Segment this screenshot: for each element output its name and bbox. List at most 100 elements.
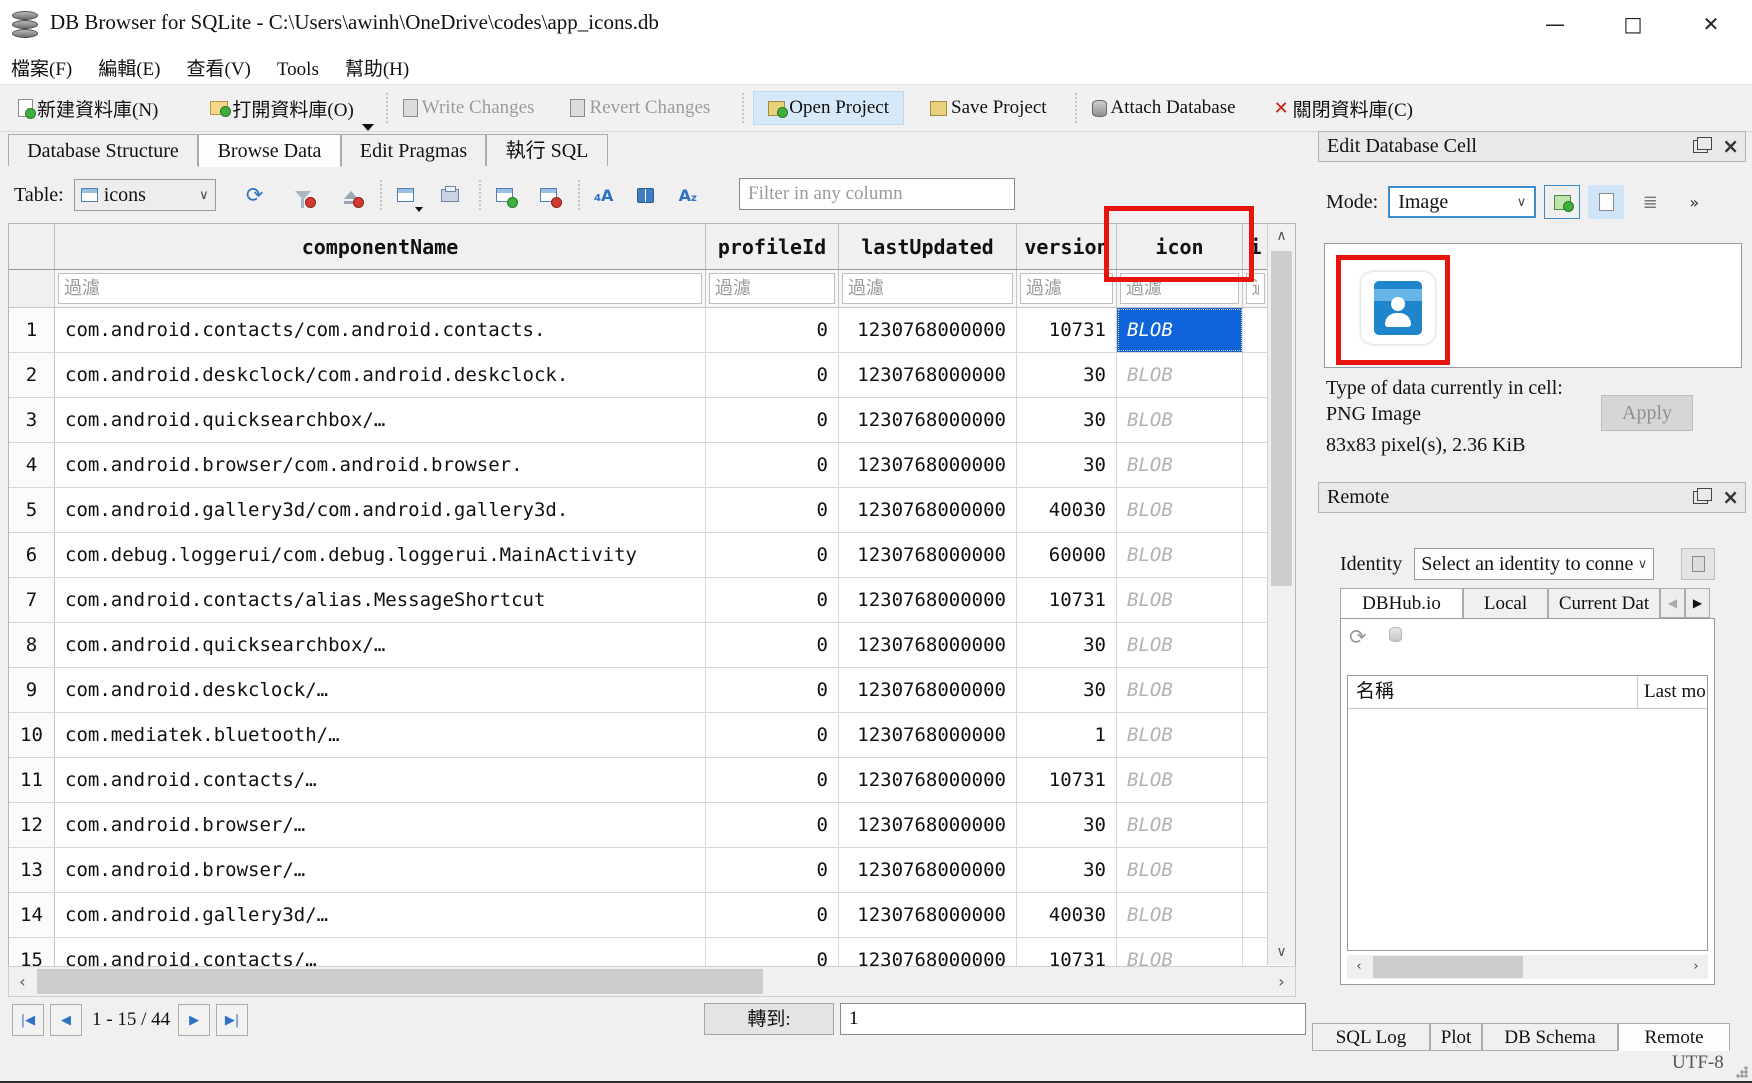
scroll-up-icon[interactable]: ∧ bbox=[1268, 224, 1295, 249]
cell-profileId[interactable]: 0 bbox=[706, 623, 839, 667]
column-name-header[interactable]: 名稱 bbox=[1348, 676, 1638, 708]
next-page-button[interactable]: ▶ bbox=[178, 1004, 210, 1036]
filter-any-column-input[interactable] bbox=[739, 178, 1015, 210]
cell-icon[interactable]: BLOB bbox=[1117, 578, 1243, 622]
cell-lastUpdated[interactable]: 1230768000000 bbox=[839, 893, 1017, 937]
column-header-componentName[interactable]: componentName bbox=[55, 224, 706, 269]
row-number[interactable]: 4 bbox=[9, 443, 55, 487]
dock-splitter[interactable] bbox=[1301, 131, 1311, 1039]
font-button[interactable]: 4A bbox=[589, 180, 619, 210]
cell-profileId[interactable]: 0 bbox=[706, 848, 839, 892]
cell-version[interactable]: 40030 bbox=[1017, 488, 1117, 532]
cell-componentName[interactable]: com.android.browser/… bbox=[55, 848, 706, 892]
cell-profileId[interactable]: 0 bbox=[706, 353, 839, 397]
cell-version[interactable]: 10731 bbox=[1017, 578, 1117, 622]
cell-profileId[interactable]: 0 bbox=[706, 803, 839, 847]
tab-edit-pragmas[interactable]: Edit Pragmas bbox=[341, 134, 486, 166]
remote-tab-dbhub[interactable]: DBHub.io bbox=[1340, 588, 1463, 619]
export-data-button[interactable] bbox=[1588, 185, 1624, 219]
cell-lastUpdated[interactable]: 1230768000000 bbox=[839, 353, 1017, 397]
cell-componentName[interactable]: com.android.quicksearchbox/… bbox=[55, 398, 706, 442]
cell-componentName[interactable]: com.android.contacts/… bbox=[55, 758, 706, 802]
cell-icon[interactable]: BLOB bbox=[1117, 308, 1243, 352]
close-database-button[interactable]: ✕ 關閉資料庫(C) bbox=[1268, 90, 1419, 127]
cell-icon[interactable]: BLOB bbox=[1117, 353, 1243, 397]
cell-profileId[interactable]: 0 bbox=[706, 578, 839, 622]
print-button[interactable] bbox=[435, 180, 465, 210]
close-button[interactable]: ✕ bbox=[1688, 8, 1734, 40]
table-select[interactable]: icons ∨ bbox=[74, 179, 216, 211]
cell-componentName[interactable]: com.debug.loggerui/com.debug.loggerui.Ma… bbox=[55, 533, 706, 577]
attach-database-button[interactable]: Attach Database bbox=[1086, 92, 1242, 124]
close-panel-icon[interactable]: × bbox=[1722, 487, 1739, 507]
cell-lastUpdated[interactable]: 1230768000000 bbox=[839, 443, 1017, 487]
cell-lastUpdated[interactable]: 1230768000000 bbox=[839, 308, 1017, 352]
cell-componentName[interactable]: com.android.deskclock/… bbox=[55, 668, 706, 712]
cell-icon[interactable]: BLOB bbox=[1117, 488, 1243, 532]
word-wrap-button[interactable]: ≣ bbox=[1632, 185, 1668, 219]
cell-componentName[interactable]: com.android.gallery3d/com.android.galler… bbox=[55, 488, 706, 532]
cell-lastUpdated[interactable]: 1230768000000 bbox=[839, 668, 1017, 712]
cell-profileId[interactable]: 0 bbox=[706, 308, 839, 352]
cell-profileId[interactable]: 0 bbox=[706, 668, 839, 712]
filter-input-componentName[interactable] bbox=[58, 273, 702, 304]
cell-version[interactable]: 60000 bbox=[1017, 533, 1117, 577]
open-project-button[interactable]: Open Project bbox=[753, 91, 904, 125]
cell-profileId[interactable]: 0 bbox=[706, 533, 839, 577]
row-number[interactable]: 7 bbox=[9, 578, 55, 622]
scroll-left-icon[interactable]: ‹ bbox=[1347, 955, 1371, 979]
remote-horizontal-scrollbar[interactable]: ‹ › bbox=[1347, 955, 1708, 979]
delete-record-button[interactable] bbox=[534, 180, 564, 210]
row-number[interactable]: 9 bbox=[9, 668, 55, 712]
cell-componentName[interactable]: com.android.deskclock/com.android.deskcl… bbox=[55, 353, 706, 397]
cell-version[interactable]: 30 bbox=[1017, 668, 1117, 712]
row-number[interactable]: 11 bbox=[9, 758, 55, 802]
cell-lastUpdated[interactable]: 1230768000000 bbox=[839, 533, 1017, 577]
cell-icon[interactable]: BLOB bbox=[1117, 668, 1243, 712]
row-number[interactable]: 12 bbox=[9, 803, 55, 847]
cell-lastUpdated[interactable]: 1230768000000 bbox=[839, 488, 1017, 532]
cell-lastUpdated[interactable]: 1230768000000 bbox=[839, 803, 1017, 847]
menu-edit[interactable]: 編輯(E) bbox=[87, 50, 171, 85]
tab-execute-sql[interactable]: 執行 SQL bbox=[486, 134, 608, 166]
refresh-button[interactable]: ⟳ bbox=[240, 180, 270, 210]
horizontal-scrollbar[interactable]: ‹ › bbox=[8, 966, 1296, 997]
cell-version[interactable]: 30 bbox=[1017, 623, 1117, 667]
cell-profileId[interactable]: 0 bbox=[706, 758, 839, 802]
cell-componentName[interactable]: com.android.contacts/com.android.contact… bbox=[55, 308, 706, 352]
column-header-lastUpdated[interactable]: lastUpdated bbox=[839, 224, 1017, 269]
close-panel-icon[interactable]: × bbox=[1722, 136, 1739, 156]
row-number[interactable]: 2 bbox=[9, 353, 55, 397]
cell-componentName[interactable]: com.mediatek.bluetooth/… bbox=[55, 713, 706, 757]
filter-input-profileId[interactable] bbox=[709, 273, 835, 304]
more-options-button[interactable]: » bbox=[1676, 185, 1712, 219]
identity-select[interactable]: Select an identity to conne ∨ bbox=[1414, 548, 1654, 580]
cell-lastUpdated[interactable]: 1230768000000 bbox=[839, 758, 1017, 802]
cell-icon[interactable]: BLOB bbox=[1117, 893, 1243, 937]
prev-page-button[interactable]: ◀ bbox=[50, 1004, 82, 1036]
cell-icon[interactable]: BLOB bbox=[1117, 713, 1243, 757]
cell-icon[interactable]: BLOB bbox=[1117, 848, 1243, 892]
cell-icon[interactable]: BLOB bbox=[1117, 398, 1243, 442]
menu-help[interactable]: 幫助(H) bbox=[334, 50, 420, 85]
cell-profileId[interactable]: 0 bbox=[706, 893, 839, 937]
row-number[interactable]: 14 bbox=[9, 893, 55, 937]
new-record-button[interactable] bbox=[391, 180, 421, 210]
open-database-button[interactable]: 打開資料庫(O) bbox=[204, 90, 359, 127]
open-database-dropdown-arrow[interactable] bbox=[362, 124, 374, 131]
cell-version[interactable]: 30 bbox=[1017, 803, 1117, 847]
filter-input-version[interactable] bbox=[1020, 273, 1113, 304]
new-database-button[interactable]: 新建資料庫(N) bbox=[12, 90, 164, 127]
goto-button[interactable]: 轉到: bbox=[704, 1003, 834, 1035]
cell-version[interactable]: 30 bbox=[1017, 848, 1117, 892]
scroll-left-icon[interactable]: ‹ bbox=[9, 967, 36, 996]
cell-version[interactable]: 30 bbox=[1017, 443, 1117, 487]
cell-componentName[interactable]: com.android.browser/com.android.browser. bbox=[55, 443, 706, 487]
row-number[interactable]: 13 bbox=[9, 848, 55, 892]
mode-select[interactable]: Image ∨ bbox=[1388, 186, 1536, 218]
cell-version[interactable]: 10731 bbox=[1017, 308, 1117, 352]
write-changes-button[interactable]: Write Changes bbox=[397, 92, 541, 124]
apply-button[interactable]: Apply bbox=[1601, 395, 1693, 431]
goto-record-input[interactable] bbox=[840, 1003, 1306, 1035]
cell-profileId[interactable]: 0 bbox=[706, 443, 839, 487]
